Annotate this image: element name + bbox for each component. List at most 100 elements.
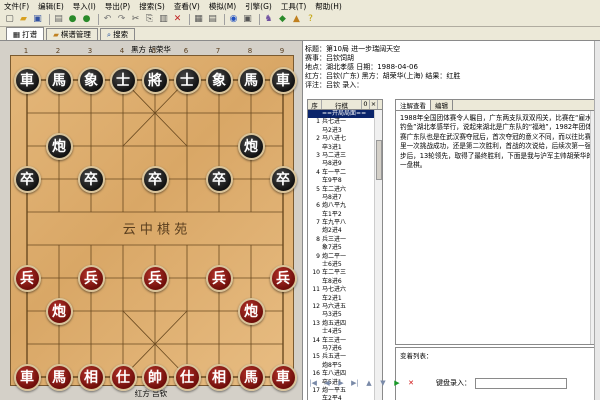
list-item[interactable]: 9 炮二平一 [308,253,382,261]
menu-edit[interactable]: 编辑(E) [38,1,64,12]
move-list-scrollbar[interactable] [374,110,382,400]
xiangqi-board[interactable]: 云 中 棋 苑 九八七六五四三二一 車馬象士將士象馬車炮炮卒卒卒卒卒兵兵兵兵兵炮… [10,55,297,391]
info-icon[interactable]: ◉ [228,14,239,25]
list-item[interactable]: 车8进6 [308,278,382,286]
list-item[interactable]: 10 车二平三 [308,269,382,277]
list-item[interactable]: 15 兵五进一 [308,353,382,361]
window-scrollbar[interactable] [594,41,600,400]
engine-icon[interactable]: ♞ [263,14,274,25]
menu-tools[interactable]: 工具(T) [281,1,306,12]
list-item[interactable]: 3 马二进三 [308,152,382,160]
next-move-icon[interactable]: ● [81,14,92,25]
new-file-icon[interactable]: ▢ [4,14,15,25]
list-item[interactable]: 5 车二进六 [308,186,382,194]
black-piece[interactable]: 炮 [45,132,73,160]
red-piece[interactable]: 仕 [109,363,137,391]
red-piece[interactable]: 兵 [77,264,105,292]
image-icon[interactable]: ▣ [242,14,253,25]
list-item[interactable]: 炮2进4 [308,227,382,235]
up-icon[interactable]: ▲ [364,379,374,387]
list-item[interactable]: 12 马六进五 [308,303,382,311]
red-piece[interactable]: 相 [205,363,233,391]
menu-file[interactable]: 文件(F) [4,1,29,12]
list-item[interactable]: 马3进5 [308,311,382,319]
move-list[interactable]: 序 行棋 0 × ==开局局面== 1 兵七进一 马2进3 2 马八进七 卒3进1 3 马二进三… [307,99,383,400]
menu-search[interactable]: 搜索(S) [139,1,165,12]
last-icon[interactable]: ▶| [350,379,360,387]
redo-icon[interactable]: ↷ [116,14,127,25]
list-item[interactable]: 车2进1 [308,295,382,303]
black-piece[interactable]: 馬 [45,66,73,94]
menu-help[interactable]: 帮助(H) [315,1,342,12]
list-item[interactable]: 8 兵三进一 [308,236,382,244]
analyze-icon[interactable]: ◆ [277,14,288,25]
list-item[interactable]: 卒3进1 [308,144,382,152]
stop-icon[interactable]: ✕ [406,379,416,387]
open-folder-icon[interactable]: ▰ [18,14,29,25]
list-item[interactable]: 6 炮八平九 [308,202,382,210]
menu-import[interactable]: 导入(I) [73,1,96,12]
list-item[interactable]: 马8进9 [308,160,382,168]
list-item[interactable]: 车2平4 [308,395,382,400]
list-item[interactable]: 1 兵七进一 [308,118,382,126]
red-piece[interactable]: 兵 [205,264,233,292]
first-move-icon[interactable]: ● [67,14,78,25]
list-item[interactable]: 4 车一平二 [308,169,382,177]
play-icon[interactable]: ▶ [392,379,402,387]
red-piece[interactable]: 馬 [237,363,265,391]
list-item[interactable]: 7 车九平八 [308,219,382,227]
close-icon[interactable]: ✕ [172,14,183,25]
red-piece[interactable]: 兵 [13,264,41,292]
help-icon[interactable]: ? [305,14,316,25]
black-piece[interactable]: 馬 [237,66,265,94]
tab-game-manager[interactable]: ▰ 棋谱管理 [46,28,98,40]
black-piece[interactable]: 車 [13,66,41,94]
red-piece[interactable]: 兵 [141,264,169,292]
save-icon[interactable]: ▣ [32,14,43,25]
variation-list[interactable]: 变着列表： [395,347,599,400]
tab-view-comment[interactable]: 注解查看 [396,100,431,110]
black-piece[interactable]: 卒 [269,165,297,193]
list-item[interactable]: 象7进5 [308,244,382,252]
prev-icon[interactable]: ◀ [322,379,332,387]
copy-icon[interactable]: ⎘ [144,14,155,25]
list-item[interactable]: 马2进3 [308,127,382,135]
grid-icon[interactable]: ▦ [193,14,204,25]
red-piece[interactable]: 馬 [45,363,73,391]
tab-play[interactable]: ▦ 打谱 [6,27,45,40]
black-piece[interactable]: 士 [173,66,201,94]
list-item[interactable]: 炮8平5 [308,362,382,370]
list-item[interactable]: 车9平8 [308,177,382,185]
black-piece[interactable]: 車 [269,66,297,94]
paste-icon[interactable]: ▥ [158,14,169,25]
menu-engine[interactable]: 引擎(G) [245,1,272,12]
black-piece[interactable]: 卒 [141,165,169,193]
tab-search[interactable]: ⌕ 搜索 [99,28,136,40]
red-piece[interactable]: 相 [77,363,105,391]
scroll-thumb[interactable] [376,140,382,180]
black-piece[interactable]: 將 [141,66,169,94]
black-piece[interactable]: 士 [109,66,137,94]
list-item[interactable]: 士4进5 [308,328,382,336]
delete-icon[interactable]: ▤ [53,14,64,25]
black-piece[interactable]: 卒 [13,165,41,193]
keyboard-input-field[interactable] [475,377,567,389]
red-piece[interactable]: 車 [13,363,41,391]
menu-export[interactable]: 导出(P) [105,1,130,12]
black-piece[interactable]: 象 [205,66,233,94]
red-piece[interactable]: 帥 [141,363,169,391]
list-item[interactable]: 车1平2 [308,211,382,219]
list-item[interactable]: 14 车三进一 [308,337,382,345]
next-icon[interactable]: ▶ [336,379,346,387]
list-item[interactable]: 13 炮五进四 [308,320,382,328]
red-piece[interactable]: 兵 [269,264,297,292]
menu-view[interactable]: 查看(V) [174,1,200,12]
col-close[interactable]: × [370,100,378,109]
red-piece[interactable]: 仕 [173,363,201,391]
black-piece[interactable]: 卒 [205,165,233,193]
undo-icon[interactable]: ↶ [102,14,113,25]
black-piece[interactable]: 卒 [77,165,105,193]
red-piece[interactable]: 車 [269,363,297,391]
menu-simulate[interactable]: 模拟(M) [209,1,236,12]
down-icon[interactable]: ▼ [378,379,388,387]
